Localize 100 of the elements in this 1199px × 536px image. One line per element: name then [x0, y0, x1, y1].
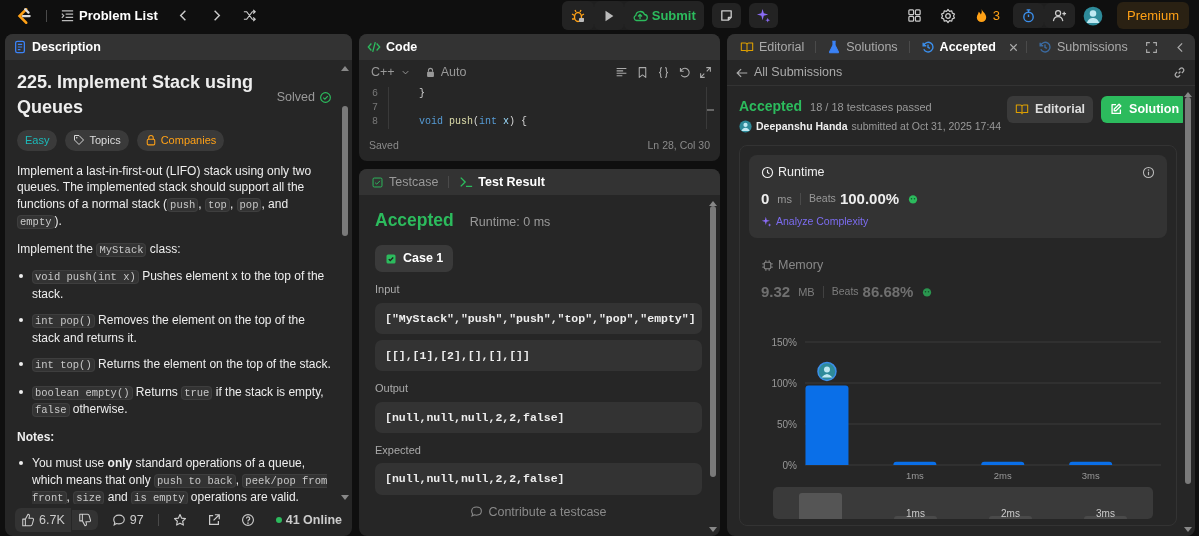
scrollbar[interactable] [706, 87, 714, 129]
checkbox-icon [371, 175, 384, 189]
beats-value: 86.68% [862, 281, 914, 302]
contribute-link[interactable]: Contribute a testcase [488, 502, 607, 522]
link-icon[interactable] [1172, 65, 1187, 81]
avatar-icon[interactable] [1083, 5, 1103, 26]
note-button[interactable] [711, 3, 741, 28]
language-dropdown[interactable]: C++ [367, 62, 415, 82]
like-button[interactable]: 6.7K [15, 507, 71, 533]
format-icon[interactable] [615, 65, 628, 79]
problem-list-link[interactable]: Problem List [55, 2, 163, 29]
edit-icon [1109, 102, 1124, 117]
share-icon [206, 513, 221, 527]
cursor-position: Ln 28, Col 30 [647, 138, 710, 154]
axis-label: 1ms [906, 507, 925, 519]
case-tab[interactable]: Case 1 [375, 245, 454, 272]
difficulty-tag[interactable]: Easy [17, 130, 58, 151]
debug-button[interactable] [561, 0, 594, 31]
sparkle-icon [755, 8, 771, 23]
book-icon [740, 40, 754, 54]
ai-button[interactable] [748, 3, 778, 28]
axis-label: 2ms [1001, 507, 1020, 519]
metric-title: Memory [778, 256, 824, 274]
list-item-text: boolean empty() Returns true if the stack is empty, false otherwise. [32, 383, 332, 419]
bar[interactable] [893, 461, 937, 465]
comment-icon [111, 513, 126, 527]
section-label: Output [375, 381, 410, 396]
online-count: 41 Online [285, 511, 342, 529]
panel-tab[interactable]: Accepted [915, 37, 1001, 57]
shuffle-icon [241, 8, 257, 23]
mascot-icon [907, 192, 920, 205]
bookmark-icon[interactable] [636, 65, 649, 79]
terminal-icon [459, 175, 474, 189]
braces-icon[interactable] [657, 65, 670, 79]
panel-tab[interactable]: Testcase [367, 172, 443, 192]
list-icon [60, 8, 75, 23]
fullscreen-icon[interactable] [1145, 40, 1158, 54]
axis-label: 1ms [905, 470, 924, 481]
axis-label: 3ms [1081, 470, 1100, 481]
logo-icon [15, 6, 33, 25]
range-navigator[interactable]: 1ms 2ms 3ms [773, 487, 1153, 519]
metric-card[interactable]: Runtime 0 ms Beats 100.00% Analyze Complexity [749, 154, 1167, 238]
metric-title: Runtime [778, 163, 825, 181]
thumbs-up-icon [21, 513, 35, 527]
avatar-icon [817, 361, 837, 382]
document-icon [13, 40, 27, 54]
problem-title: 225. Implement Stack using Queues [17, 71, 255, 119]
help-icon [240, 513, 255, 527]
axis-label: 100% [771, 377, 797, 389]
bullet-icon [19, 461, 23, 465]
mode-button[interactable]: Auto [420, 62, 471, 82]
info-icon[interactable] [1142, 165, 1155, 179]
description-text: Implement a last-in-first-out (LIFO) stack using only two queues. The implemented stack should support all the functions of a normal stack ( push , top , pop , and empty ). [17, 162, 313, 231]
panel-tab[interactable]: Test Result [455, 172, 549, 192]
avatar-icon [739, 120, 752, 134]
panel-tab[interactable]: Editorial [735, 37, 810, 57]
check-icon [385, 252, 397, 265]
check-circle-icon [319, 90, 332, 104]
section-label: Expected [375, 442, 422, 458]
list-item-text: void push(int x) Pushes element x to the top of the stack. [32, 268, 326, 302]
dislike-button[interactable] [71, 510, 98, 530]
timer-button[interactable] [1013, 3, 1044, 28]
section-label: Input [375, 282, 401, 297]
value-box: [null,null,null,2,2,false] [375, 463, 702, 495]
add-user-button[interactable] [1044, 3, 1075, 28]
back-link[interactable]: All Submissions [735, 63, 848, 82]
bar[interactable] [1069, 461, 1113, 465]
metric-unit: MB [798, 284, 815, 300]
comments-button[interactable]: 97 [105, 507, 150, 533]
description-text: Implement the MyStack class: [17, 240, 182, 258]
metric-value: 9.32 [761, 281, 791, 302]
user-name: Deepanshu Handa [756, 119, 848, 134]
note-icon [718, 8, 734, 23]
lock-icon [424, 66, 436, 78]
code-line: } [418, 87, 425, 101]
streak-button[interactable]: 3 [968, 2, 1005, 29]
tag-button[interactable]: Topics [65, 130, 129, 151]
testcases-text: 18 / 18 testcases passed [810, 100, 932, 115]
grid-icon [906, 8, 922, 23]
editorial-button[interactable]: Editorial [1007, 96, 1094, 123]
history-icon [920, 40, 935, 54]
axis-label: 0% [782, 459, 797, 471]
scrollbar[interactable] [1183, 92, 1192, 532]
scrollbar[interactable] [708, 201, 717, 532]
list-item-text: int pop() Removes the element on the top of the stack and returns it. [32, 312, 306, 346]
tag-icon [73, 134, 86, 147]
metric-card[interactable]: Memory 9.32 MB Beats 86.68% [749, 247, 1167, 311]
panel-tab[interactable]: Solutions [822, 37, 903, 57]
submit-button[interactable]: Submit [623, 0, 704, 31]
tag-button[interactable]: Companies [136, 130, 225, 151]
panel-tab[interactable]: Submissions [1032, 37, 1133, 57]
undo-icon[interactable] [678, 65, 691, 79]
bar[interactable] [981, 461, 1025, 465]
star-icon [172, 513, 187, 527]
scrollbar[interactable] [340, 66, 349, 500]
premium-button[interactable]: Premium [1117, 1, 1189, 30]
bullet-icon [19, 274, 23, 278]
expand-icon[interactable] [699, 65, 712, 79]
value-box: [null,null,null,2,2,false] [375, 401, 702, 433]
code-tab[interactable]: Code [367, 37, 422, 57]
